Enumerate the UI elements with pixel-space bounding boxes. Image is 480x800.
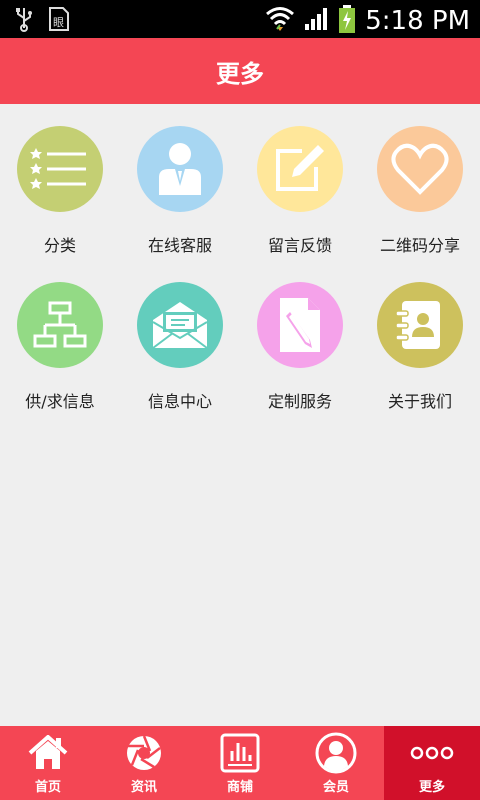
grid-item-label: 留言反馈 [267, 236, 332, 255]
grid-item-label: 分类 [43, 236, 76, 255]
member-icon [315, 732, 357, 774]
tab-home[interactable]: 首页 [0, 726, 96, 800]
store-chart-icon [220, 732, 260, 774]
tab-label: 会员 [322, 780, 349, 795]
grid-item-info-center[interactable]: 信息中心 [120, 260, 240, 416]
grid-item-online-service[interactable]: 在线客服 [120, 104, 240, 260]
signal-icon [303, 6, 329, 36]
list-stars-icon [17, 126, 103, 212]
document-pen-icon [257, 282, 343, 368]
more-dots-icon [410, 732, 454, 774]
grid-item-about-us[interactable]: 关于我们 [360, 260, 480, 416]
home-icon [28, 732, 68, 774]
status-time: 5:18 PM [365, 6, 470, 36]
tab-more[interactable]: 更多 [384, 726, 480, 800]
tab-member[interactable]: 会员 [288, 726, 384, 800]
tab-label: 首页 [34, 780, 61, 795]
bottom-tab-bar: 首页 资讯 商铺 会员 更多 [0, 726, 480, 800]
grid-item-label: 信息中心 [147, 392, 212, 411]
usb-icon [14, 6, 34, 36]
grid-item-label: 关于我们 [387, 392, 452, 411]
sim-card-icon: 眼 [48, 6, 70, 36]
mail-icon [137, 282, 223, 368]
grid-item-label: 定制服务 [267, 392, 332, 411]
edit-note-icon [257, 126, 343, 212]
header-bar: 更多 [0, 38, 480, 104]
grid-item-label: 在线客服 [147, 236, 212, 255]
aperture-icon [125, 732, 163, 774]
page-title: 更多 [216, 59, 264, 88]
grid-item-label: 二维码分享 [379, 236, 460, 255]
grid-item-custom-service[interactable]: 定制服务 [240, 260, 360, 416]
tab-news[interactable]: 资讯 [96, 726, 192, 800]
svg-text:眼: 眼 [53, 16, 64, 29]
customer-service-icon [137, 126, 223, 212]
tab-label: 更多 [418, 780, 445, 795]
grid-item-supply-demand[interactable]: 供/求信息 [0, 260, 120, 416]
battery-charging-icon [337, 4, 357, 38]
tab-store[interactable]: 商铺 [192, 726, 288, 800]
tab-label: 资讯 [130, 780, 157, 795]
wifi-icon [265, 5, 295, 37]
tab-label: 商铺 [226, 780, 253, 795]
status-bar: 眼 5:18 PM [0, 0, 480, 38]
grid-item-qr-share[interactable]: 二维码分享 [360, 104, 480, 260]
grid-item-label: 供/求信息 [25, 392, 95, 411]
hierarchy-icon [17, 282, 103, 368]
grid-item-feedback[interactable]: 留言反馈 [240, 104, 360, 260]
contact-book-icon [377, 282, 463, 368]
grid-item-category[interactable]: 分类 [0, 104, 120, 260]
heart-icon [377, 126, 463, 212]
